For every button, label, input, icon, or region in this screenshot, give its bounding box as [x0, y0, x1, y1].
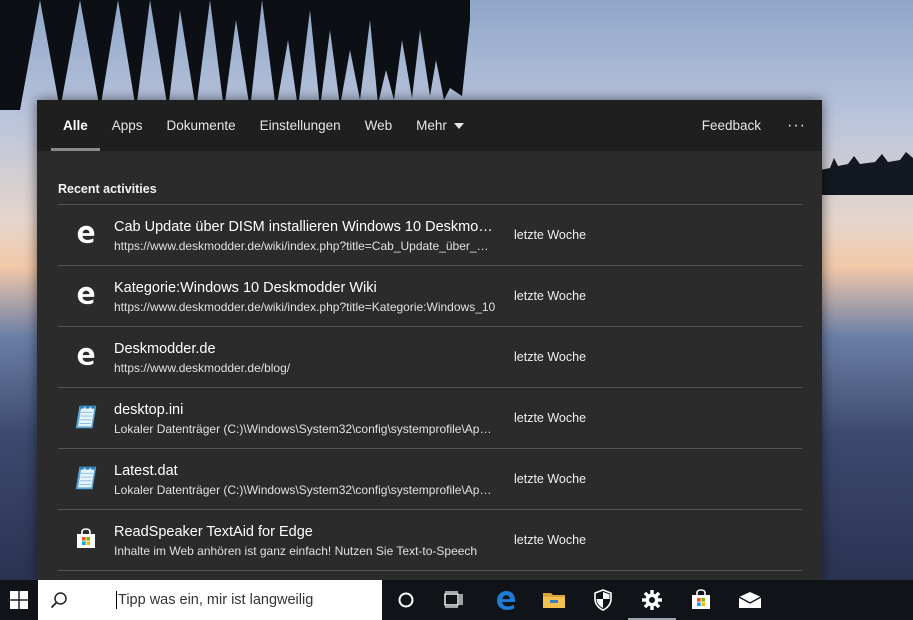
activity-time: letzte Woche [514, 533, 587, 547]
list-item[interactable]: Deskmodder.de https://www.deskmodder.de/… [58, 326, 802, 387]
edge-icon[interactable] [482, 580, 530, 620]
list-item[interactable]: ReadSpeaker TextAid for Edge Inhalte im … [58, 509, 802, 570]
taskbar: Tipp was ein, mir ist langweilig [0, 580, 913, 620]
section-title: Recent activities [58, 182, 157, 196]
tab-dokumente[interactable]: Dokumente [155, 100, 248, 151]
more-options-icon[interactable]: ··· [783, 117, 810, 135]
recent-activities-list: Cab Update über DISM installieren Window… [58, 204, 802, 571]
activity-subtitle: Inhalte im Web anhören ist ganz einfach!… [114, 544, 478, 558]
search-panel: Alle Apps Dokumente Einstellungen Web Me… [37, 100, 822, 580]
notepad-icon [72, 464, 100, 492]
list-divider [58, 570, 802, 571]
activity-time: letzte Woche [514, 228, 587, 242]
activity-title: Deskmodder.de [114, 341, 216, 357]
tab-label: Apps [111, 118, 143, 133]
activity-title: Kategorie:Windows 10 Deskmodder Wiki [114, 280, 377, 296]
file-explorer-icon[interactable] [530, 580, 578, 620]
tab-label: Alle [63, 118, 88, 133]
edge-icon [72, 342, 100, 370]
activity-time: letzte Woche [514, 411, 587, 425]
tab-label: Dokumente [166, 118, 236, 133]
activity-subtitle: https://www.deskmodder.de/wiki/index.php… [114, 300, 496, 314]
list-item[interactable]: Cab Update über DISM installieren Window… [58, 204, 802, 265]
task-view-icon[interactable] [430, 580, 478, 620]
list-item[interactable]: Kategorie:Windows 10 Deskmodder Wiki htt… [58, 265, 802, 326]
text-cursor [116, 591, 117, 609]
activity-title: Latest.dat [114, 463, 178, 479]
tab-apps[interactable]: Apps [100, 100, 155, 151]
activity-subtitle: Lokaler Datenträger (C:)\Windows\System3… [114, 422, 496, 436]
activity-subtitle: https://www.deskmodder.de/wiki/index.php… [114, 239, 496, 253]
activity-title: ReadSpeaker TextAid for Edge [114, 524, 313, 540]
settings-gear-icon[interactable] [628, 580, 676, 620]
list-item[interactable]: Latest.dat Lokaler Datenträger (C:)\Wind… [58, 448, 802, 509]
list-item[interactable]: desktop.ini Lokaler Datenträger (C:)\Win… [58, 387, 802, 448]
tab-label: Einstellungen [259, 118, 341, 133]
activity-subtitle: https://www.deskmodder.de/blog/ [114, 361, 291, 375]
edge-icon [72, 220, 100, 248]
tab-web[interactable]: Web [353, 100, 405, 151]
edge-icon [72, 281, 100, 309]
security-shield-icon[interactable] [579, 580, 627, 620]
search-filter-tabs: Alle Apps Dokumente Einstellungen Web Me… [37, 100, 822, 151]
tab-einstellungen[interactable]: Einstellungen [248, 100, 353, 151]
store-icon [72, 525, 100, 553]
activity-title: Cab Update über DISM installieren Window… [114, 219, 496, 235]
feedback-button[interactable]: Feedback [692, 118, 783, 133]
activity-time: letzte Woche [514, 472, 587, 486]
tab-label: Mehr [416, 118, 447, 133]
forest-silhouette [0, 0, 470, 110]
activity-subtitle: Lokaler Datenträger (C:)\Windows\System3… [114, 483, 496, 497]
search-query-text: Tipp was ein, mir ist langweilig [118, 592, 314, 608]
tab-label: Web [364, 118, 393, 133]
search-icon [50, 592, 67, 609]
taskbar-search-input[interactable]: Tipp was ein, mir ist langweilig [38, 580, 382, 620]
store-icon[interactable] [677, 580, 725, 620]
notepad-icon [72, 403, 100, 431]
activity-title: desktop.ini [114, 402, 184, 418]
mail-icon[interactable] [726, 580, 774, 620]
activity-time: letzte Woche [514, 289, 587, 303]
activity-time: letzte Woche [514, 350, 587, 364]
chevron-down-icon [453, 122, 464, 129]
tab-alle[interactable]: Alle [51, 100, 100, 151]
distant-shore [820, 152, 913, 195]
cortana-icon[interactable] [382, 580, 430, 620]
tab-mehr-dropdown[interactable]: Mehr [404, 100, 476, 151]
windows-start-icon[interactable] [0, 580, 38, 620]
